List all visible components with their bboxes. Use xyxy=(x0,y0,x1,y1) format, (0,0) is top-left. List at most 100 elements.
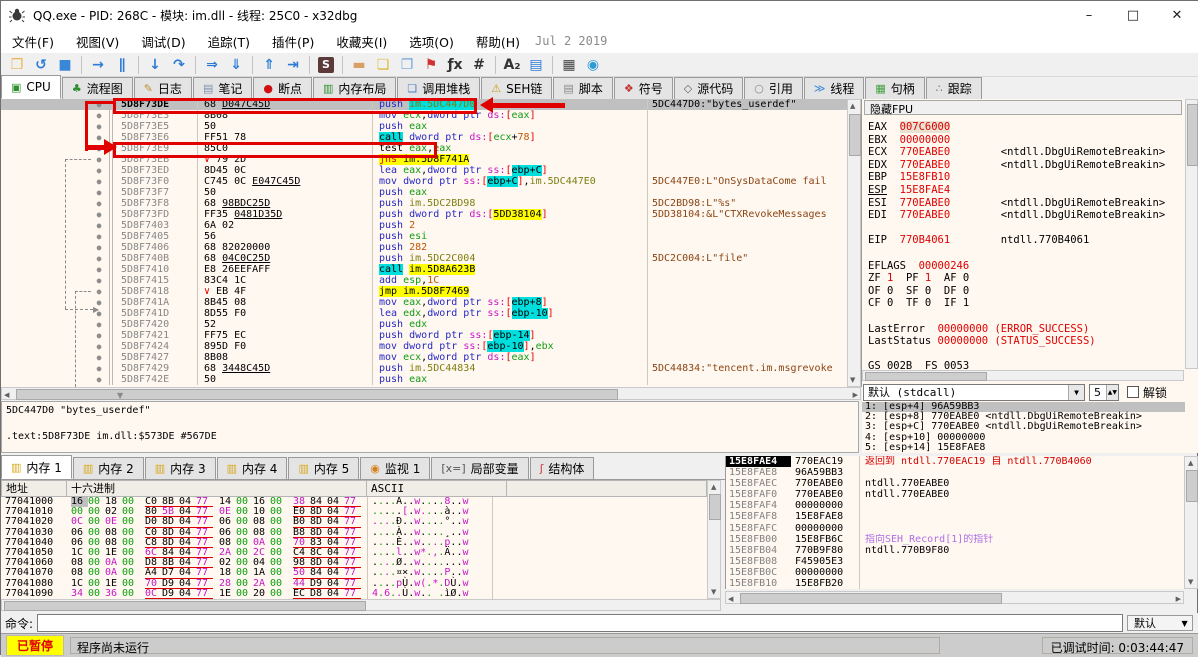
tab-内存 3[interactable]: ▥ 内存 3 xyxy=(144,457,216,479)
stack-pane[interactable]: 15E8FAE4 770EAC19 返回到 ntdll.770EAC19 自 ntd… xyxy=(725,456,1184,589)
disasm-row[interactable]: ● 5D8F73EB ∨ 79 2D jns im.5D8F741A xyxy=(1,154,861,165)
argument-count-stepper[interactable]: 5 ▲▼ xyxy=(1089,383,1119,401)
step-down-icon[interactable]: ⇓ xyxy=(225,55,247,75)
minimize-button[interactable]: – xyxy=(1067,1,1111,29)
tab-结构体[interactable]: ʃ 结构体 xyxy=(529,457,595,479)
calling-convention-select[interactable]: 默认 (stdcall) ▼ xyxy=(863,383,1085,401)
tab-日志[interactable]: ✎ 日志 xyxy=(133,77,192,99)
disasm-row[interactable]: ● 5D8F7406 68 82020000 push 282 xyxy=(1,242,861,253)
disasm-row[interactable]: ● 5D8F741D 8D55 F0 lea edx,dword ptr ss:[eb… xyxy=(1,308,861,319)
menu-item[interactable]: 调试(D) xyxy=(130,29,196,54)
dump-vscrollbar[interactable]: ▲ ▼ xyxy=(707,480,721,599)
register-row[interactable]: LastStatus 00000000 (STATUS_SUCCESS) xyxy=(868,335,1165,348)
run-icon[interactable]: → xyxy=(87,55,109,75)
tab-断点[interactable]: ● 断点 xyxy=(253,77,312,99)
disasm-row[interactable]: ● 5D8F73F8 68 98BDC25D push im.5DC2BD98 5DC2… xyxy=(1,198,861,209)
stack-hscrollbar[interactable]: ◀ ▶ xyxy=(725,591,1184,604)
argument-row[interactable]: 5: [esp+14] 15E8FAE8 xyxy=(862,442,1185,453)
disasm-row[interactable]: ● 5D8F73E3 8B08 mov ecx,dword ptr ds:[eax] xyxy=(1,110,861,121)
tab-流程图[interactable]: ♣ 流程图 xyxy=(61,77,133,99)
step-out-icon[interactable]: ⇑ xyxy=(258,55,280,75)
command-input[interactable] xyxy=(37,614,1124,632)
close-button[interactable]: ✕ xyxy=(1155,1,1198,29)
stack-row[interactable]: 15E8FAE8 96A59BB3 xyxy=(726,467,1184,479)
register-row[interactable]: EBP 15E8FB10 xyxy=(868,171,1165,184)
tab-SEH链[interactable]: ⚠ SEH链 xyxy=(481,77,553,99)
menu-item[interactable]: 视图(V) xyxy=(65,29,130,54)
register-row[interactable]: ESP 15E8FAE4 xyxy=(868,184,1165,197)
register-row[interactable]: ECX 770EABE0 <ntdll.DbgUiRemoteBreakin> xyxy=(868,146,1165,159)
scroll-left-icon[interactable]: ◀ xyxy=(728,595,733,603)
tab-脚本[interactable]: ▤ 脚本 xyxy=(553,77,613,99)
tab-线程[interactable]: ≫ 线程 xyxy=(803,77,865,99)
tab-CPU[interactable]: ▣ CPU xyxy=(1,75,61,99)
register-row[interactable]: EFLAGS 00000246 xyxy=(868,260,1165,273)
scroll-left-icon[interactable]: ◀ xyxy=(4,391,9,399)
hash-icon[interactable]: # xyxy=(468,55,490,75)
menu-item[interactable]: 选项(O) xyxy=(398,29,465,54)
run-to-user-code-icon[interactable]: ⇥ xyxy=(282,55,304,75)
disasm-row[interactable]: ● 5D8F7405 56 push esi xyxy=(1,231,861,242)
menu-item[interactable]: 追踪(T) xyxy=(197,29,261,54)
tab-内存布局[interactable]: ▥ 内存布局 xyxy=(312,77,397,99)
tab-句柄[interactable]: ▦ 句柄 xyxy=(865,77,925,99)
tab-笔记[interactable]: ▤ 笔记 xyxy=(192,77,253,99)
disasm-row[interactable]: ● 5D8F73F7 50 push eax xyxy=(1,187,861,198)
stop-icon[interactable]: ■ xyxy=(54,55,76,75)
calculator-icon[interactable]: ▦ xyxy=(558,55,580,75)
register-row[interactable]: ZF 1 PF 1 AF 0 xyxy=(868,272,1165,285)
dump-row[interactable]: 77041090 34 00 36 00 0C D9 04 77 1E 00 20 00 EC D8 04 77… xyxy=(1,588,707,599)
disasm-row[interactable]: ● 5D8F7421 FF75 EC push dword ptr ss:[ebp-1… xyxy=(1,330,861,341)
register-row[interactable]: LastError 00000000 (ERROR_SUCCESS) xyxy=(868,323,1165,336)
dump-row[interactable]: 77041070 08 00 0A 00 A4 D7 04 77 18 00 1A 00 50 84 04 77… xyxy=(1,568,707,579)
stack-row[interactable]: 15E8FAE4 770EAC19 返回到 ntdll.770EAC19 自 ntd… xyxy=(726,456,1184,468)
disasm-row[interactable]: ● 5D8F7429 68 3448C45D push im.5DC44834 5DC4… xyxy=(1,363,861,374)
registers-vscrollbar[interactable] xyxy=(1185,99,1198,369)
disasm-row[interactable]: ● 5D8F7415 83C4 1C add esp,1C xyxy=(1,275,861,286)
disasm-row[interactable]: ● 5D8F73FD FF35 0481D35D push dword ptr ds:… xyxy=(1,209,861,220)
globe-icon[interactable]: ◉ xyxy=(582,55,604,75)
memory-dump-pane[interactable]: 77041000 16 00 18 00 C0 8B 04 77 14 00 16 00 38 84 04 77… xyxy=(1,497,707,599)
register-row[interactable] xyxy=(868,222,1165,235)
disasm-row[interactable]: ● 5D8F7403 6A 02 push 2 xyxy=(1,220,861,231)
register-row[interactable] xyxy=(868,247,1165,260)
menu-item[interactable]: 文件(F) xyxy=(1,29,65,54)
tab-内存 1[interactable]: ▥ 内存 1 xyxy=(1,455,72,479)
register-row[interactable]: OF 0 SF 0 DF 0 xyxy=(868,285,1165,298)
tab-局部变量[interactable]: [x=] 局部变量 xyxy=(431,457,529,479)
disasm-hscrollbar[interactable]: ◀ ▶ xyxy=(1,387,861,400)
unlock-checkbox[interactable] xyxy=(1127,386,1139,398)
comment-icon[interactable]: ❏ xyxy=(372,55,394,75)
menu-item[interactable]: 帮助(H) xyxy=(465,29,531,54)
chevron-down-icon[interactable]: ▼ xyxy=(1068,384,1084,400)
disasm-row[interactable]: ● 5D8F7420 52 push edx xyxy=(1,319,861,330)
disasm-row[interactable]: ● 5D8F7410 E8 26EEFAFF call im.5D8A623B xyxy=(1,264,861,275)
patch-icon[interactable]: ▬ xyxy=(348,55,370,75)
register-row[interactable] xyxy=(868,310,1165,323)
disasm-row[interactable]: ● 5D8F73ED 8D45 0C lea eax,dword ptr ss:[eb… xyxy=(1,165,861,176)
disasm-vscrollbar[interactable]: ▲ ▼ xyxy=(847,99,861,387)
disassembly-pane[interactable]: ● 5D8F73DE 68 D047C45D push im.5DC447D0 5DC4… xyxy=(1,99,862,387)
stack-row[interactable]: 15E8FB00 15E8FB6C 指向SEH_Record[1]的指针 xyxy=(726,533,1184,545)
pause-icon[interactable]: ∥ xyxy=(111,55,133,75)
restart-icon[interactable]: ↺ xyxy=(30,55,52,75)
scroll-right-icon[interactable]: ▶ xyxy=(853,391,858,399)
stack-row[interactable]: 15E8FAF4 00000000 xyxy=(726,500,1184,512)
tab-引用[interactable]: ○ 引用 xyxy=(744,77,803,99)
stack-row[interactable]: 15E8FB04 770B9F80 ntdll.770B9F80 xyxy=(726,544,1184,556)
scroll-down-icon[interactable]: ▼ xyxy=(850,376,855,384)
stack-row[interactable]: 15E8FAFC 00000000 xyxy=(726,522,1184,534)
tab-内存 5[interactable]: ▥ 内存 5 xyxy=(288,457,360,479)
stack-vscrollbar[interactable]: ▲ ▼ xyxy=(1184,456,1198,589)
register-row[interactable]: EBX 00000000 xyxy=(868,134,1165,147)
stack-row[interactable]: 15E8FB0C 00000000 xyxy=(726,566,1184,579)
scroll-right-icon[interactable]: ▶ xyxy=(1176,595,1181,603)
scylla-icon[interactable]: S xyxy=(318,56,334,73)
disasm-row[interactable]: ● 5D8F73DE 68 D047C45D push im.5DC447D0 5DC4… xyxy=(1,99,861,110)
disasm-row[interactable]: ● 5D8F741A 8B45 08 mov eax,dword ptr ss:[eb… xyxy=(1,297,861,308)
function-icon[interactable]: ƒx xyxy=(444,55,466,75)
disasm-row[interactable]: ● 5D8F7427 8B08 mov ecx,dword ptr ds:[eax] xyxy=(1,352,861,363)
label-icon[interactable]: ❐ xyxy=(396,55,418,75)
open-file-icon[interactable]: ❒ xyxy=(6,55,28,75)
register-row[interactable] xyxy=(868,348,1165,361)
